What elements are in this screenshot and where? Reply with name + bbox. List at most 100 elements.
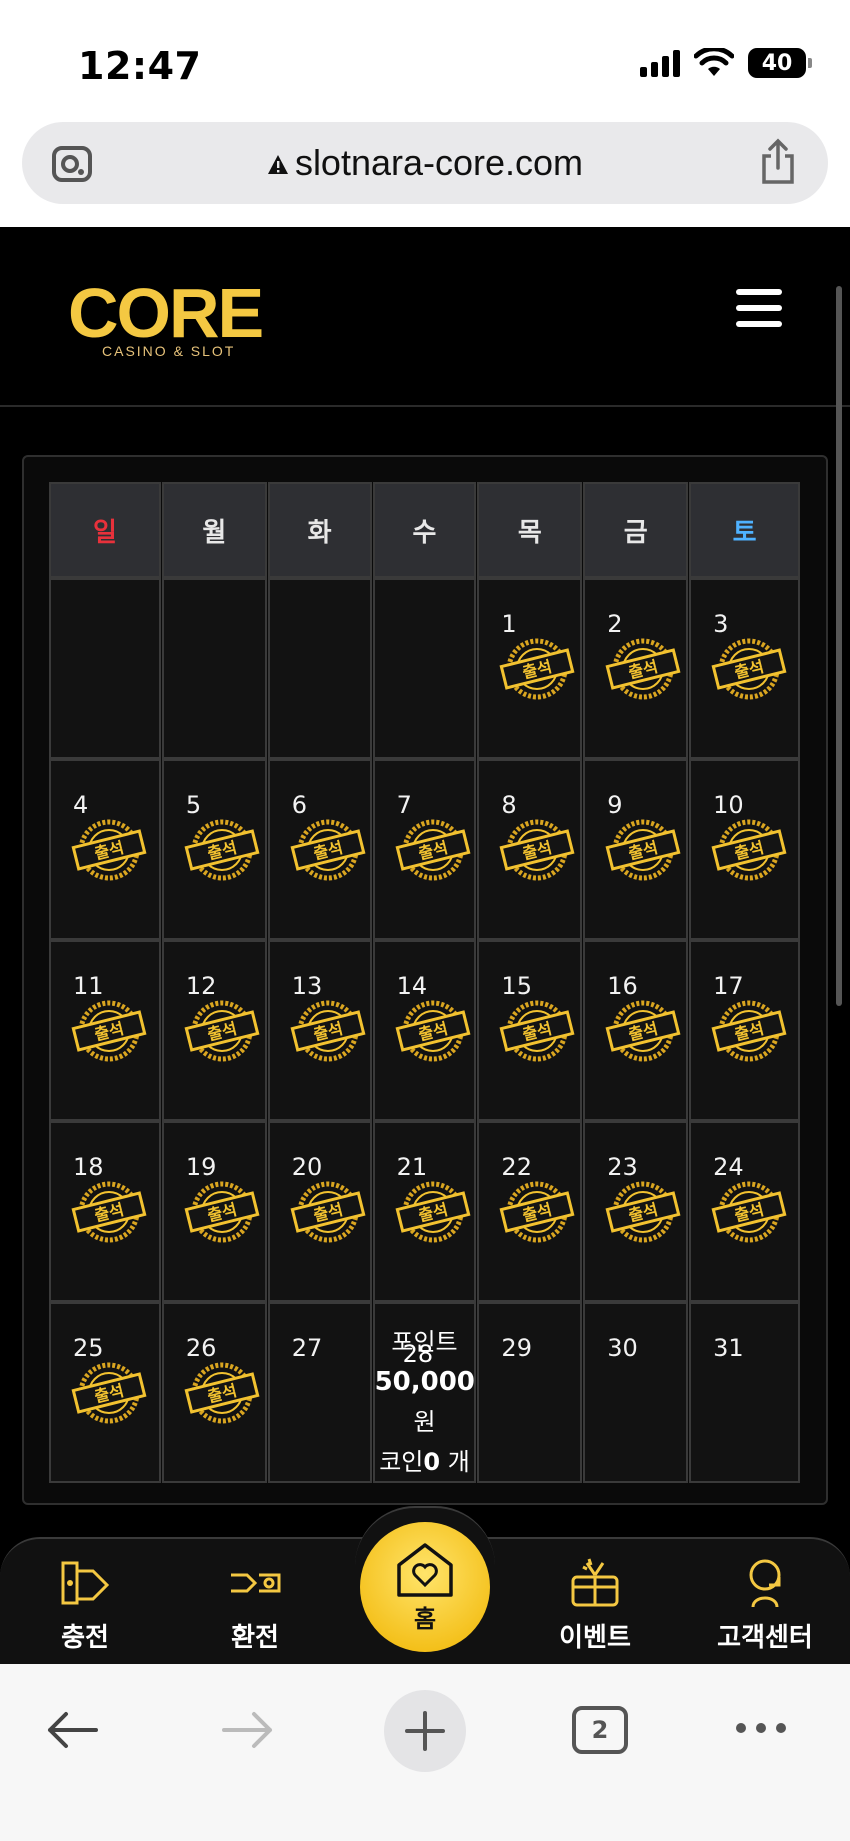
nav-withdraw-label: 환전 bbox=[231, 1623, 279, 1653]
warning-icon bbox=[267, 155, 288, 175]
calendar-empty-cell bbox=[49, 578, 161, 759]
hamburger-menu-icon[interactable] bbox=[736, 289, 782, 327]
calendar-day-cell[interactable]: 29 bbox=[477, 1302, 583, 1483]
day-number: 28 bbox=[402, 1340, 434, 1368]
day-number: 3 bbox=[713, 610, 729, 638]
calendar-day-cell[interactable]: 3 출석 bbox=[689, 578, 800, 759]
nav-home-button[interactable]: 홈 bbox=[360, 1522, 490, 1652]
browser-url-area: slotnara-core.com bbox=[0, 112, 850, 227]
logo[interactable]: CORE CASINO & SLOT bbox=[68, 274, 278, 359]
calendar-day-cell[interactable]: 14 출석 bbox=[372, 940, 477, 1121]
weekday-tue: 화 bbox=[267, 482, 372, 578]
calendar-day-cell[interactable]: 22 출석 bbox=[477, 1121, 583, 1302]
attendance-stamp-icon: 출석 bbox=[393, 817, 471, 883]
calendar-day-cell[interactable]: 18 출석 bbox=[49, 1121, 161, 1302]
calendar-day-cell[interactable]: 25 출석 bbox=[49, 1302, 161, 1483]
logo-text: CORE bbox=[68, 274, 264, 352]
day-number: 5 bbox=[185, 791, 202, 819]
more-icon[interactable] bbox=[734, 1720, 788, 1736]
attendance-stamp-icon: 출석 bbox=[709, 817, 787, 883]
calendar-day-cell[interactable]: 30 bbox=[583, 1302, 689, 1483]
withdraw-icon bbox=[231, 1573, 281, 1593]
day-number: 12 bbox=[185, 972, 217, 1000]
calendar-day-cell[interactable]: 16 출석 bbox=[583, 940, 689, 1121]
calendar-day-cell[interactable]: 20 출석 bbox=[267, 1121, 372, 1302]
calendar-day-cell[interactable]: 26 출석 bbox=[161, 1302, 267, 1483]
new-tab-button[interactable] bbox=[384, 1690, 466, 1772]
gift-icon bbox=[571, 1558, 619, 1607]
day-number: 15 bbox=[501, 972, 532, 1000]
page: 12:47 40 slotnara-core.com CORE CASINO &… bbox=[0, 0, 850, 1841]
attendance-stamp-icon: 출석 bbox=[393, 1179, 471, 1245]
attendance-stamp-icon: 출석 bbox=[603, 817, 681, 883]
calendar-day-cell[interactable]: 13 출석 bbox=[267, 940, 372, 1121]
logo-subtitle: CASINO & SLOT bbox=[102, 343, 236, 359]
attendance-stamp-icon: 출석 bbox=[497, 998, 575, 1064]
plus-icon bbox=[405, 1711, 445, 1751]
calendar-day-cell[interactable]: 24 출석 bbox=[689, 1121, 800, 1302]
attendance-stamp-icon: 출석 bbox=[182, 1360, 260, 1426]
points-label: 포인트 28 bbox=[375, 1322, 475, 1368]
nav-event[interactable]: 이벤트 bbox=[525, 1555, 665, 1654]
calendar-day-cell[interactable]: 10 출석 bbox=[689, 759, 800, 940]
calendar-day-cell[interactable]: 7 출석 bbox=[372, 759, 477, 940]
attendance-stamp-icon: 출석 bbox=[709, 1179, 787, 1245]
calendar-day-cell[interactable]: 27 bbox=[267, 1302, 372, 1483]
attendance-stamp-icon: 출석 bbox=[69, 1360, 147, 1426]
day-number: 24 bbox=[713, 1153, 744, 1181]
calendar-day-cell[interactable]: 1 출석 bbox=[477, 578, 583, 759]
day-number: 2 bbox=[607, 610, 623, 638]
calendar-day-cell[interactable]: 19 출석 bbox=[161, 1121, 267, 1302]
day-number: 18 bbox=[73, 1153, 104, 1181]
day-number: 19 bbox=[185, 1153, 217, 1181]
browser-toolbar: 2 bbox=[0, 1664, 850, 1841]
url-text[interactable]: slotnara-core.com bbox=[22, 142, 828, 184]
nav-deposit-label: 충전 bbox=[61, 1623, 109, 1653]
calendar-day-cell[interactable]: 포인트 28 50,000 원 코인0 개 bbox=[372, 1302, 477, 1483]
calendar-day-cell[interactable]: 6 출석 bbox=[267, 759, 372, 940]
weekday-thu: 목 bbox=[477, 482, 583, 578]
calendar-day-cell[interactable]: 2 출석 bbox=[583, 578, 689, 759]
attendance-stamp-icon: 출석 bbox=[288, 998, 366, 1064]
home-heart-icon bbox=[397, 1542, 453, 1597]
attendance-stamp-icon: 출석 bbox=[69, 998, 147, 1064]
attendance-stamp-icon: 출석 bbox=[603, 636, 681, 702]
calendar-grid: 일 월 화 수 목 금 토 1 출석 2 출석 3 출석 4 출석 5 출석 6 출석 7 출석 8 출석 9 출… bbox=[49, 482, 801, 1483]
calendar-day-cell[interactable]: 8 출석 bbox=[477, 759, 583, 940]
url-bar[interactable]: slotnara-core.com bbox=[22, 122, 828, 204]
scrollbar[interactable] bbox=[836, 286, 842, 1006]
day-number: 31 bbox=[713, 1334, 744, 1362]
day-number: 13 bbox=[291, 972, 323, 1000]
calendar-day-cell[interactable]: 17 출석 bbox=[689, 940, 800, 1121]
weekday-sun: 일 bbox=[49, 482, 161, 578]
calendar-day-cell[interactable]: 23 출석 bbox=[583, 1121, 689, 1302]
points-unit: 원 bbox=[413, 1408, 436, 1436]
weekday-header: 일 월 화 수 목 금 토 bbox=[49, 482, 801, 578]
calendar-day-cell[interactable]: 15 출석 bbox=[477, 940, 583, 1121]
nav-withdraw[interactable]: 환전 bbox=[185, 1555, 325, 1654]
site-header: CORE CASINO & SLOT bbox=[0, 227, 850, 407]
nav-support[interactable]: 고객센터 bbox=[695, 1555, 835, 1654]
calendar-day-cell[interactable]: 12 출석 bbox=[161, 940, 267, 1121]
deposit-icon bbox=[61, 1561, 110, 1605]
weekday-fri: 금 bbox=[583, 482, 689, 578]
attendance-stamp-icon: 출석 bbox=[288, 1179, 366, 1245]
url-label: slotnara-core.com bbox=[294, 142, 584, 183]
day-number: 20 bbox=[291, 1153, 323, 1181]
weekday-wed: 수 bbox=[372, 482, 477, 578]
calendar-day-cell[interactable]: 9 출석 bbox=[583, 759, 689, 940]
tabs-button[interactable]: 2 bbox=[572, 1706, 628, 1754]
share-icon[interactable] bbox=[758, 138, 798, 186]
forward-arrow-icon[interactable] bbox=[220, 1710, 276, 1750]
calendar-day-cell[interactable]: 31 bbox=[689, 1302, 800, 1483]
nav-deposit[interactable]: 충전 bbox=[15, 1555, 155, 1654]
calendar-day-cell[interactable]: 5 출석 bbox=[161, 759, 267, 940]
calendar-day-cell[interactable]: 21 출석 bbox=[372, 1121, 477, 1302]
calendar-day-cell[interactable]: 11 출석 bbox=[49, 940, 161, 1121]
back-arrow-icon[interactable] bbox=[44, 1710, 100, 1750]
calendar-week-row: 4 출석 5 출석 6 출석 7 출석 8 출석 9 출석 10 출석 bbox=[49, 759, 801, 940]
day-number: 30 bbox=[607, 1334, 638, 1362]
day-number: 23 bbox=[607, 1153, 638, 1181]
day-number: 6 bbox=[291, 791, 307, 819]
calendar-day-cell[interactable]: 4 출석 bbox=[49, 759, 161, 940]
